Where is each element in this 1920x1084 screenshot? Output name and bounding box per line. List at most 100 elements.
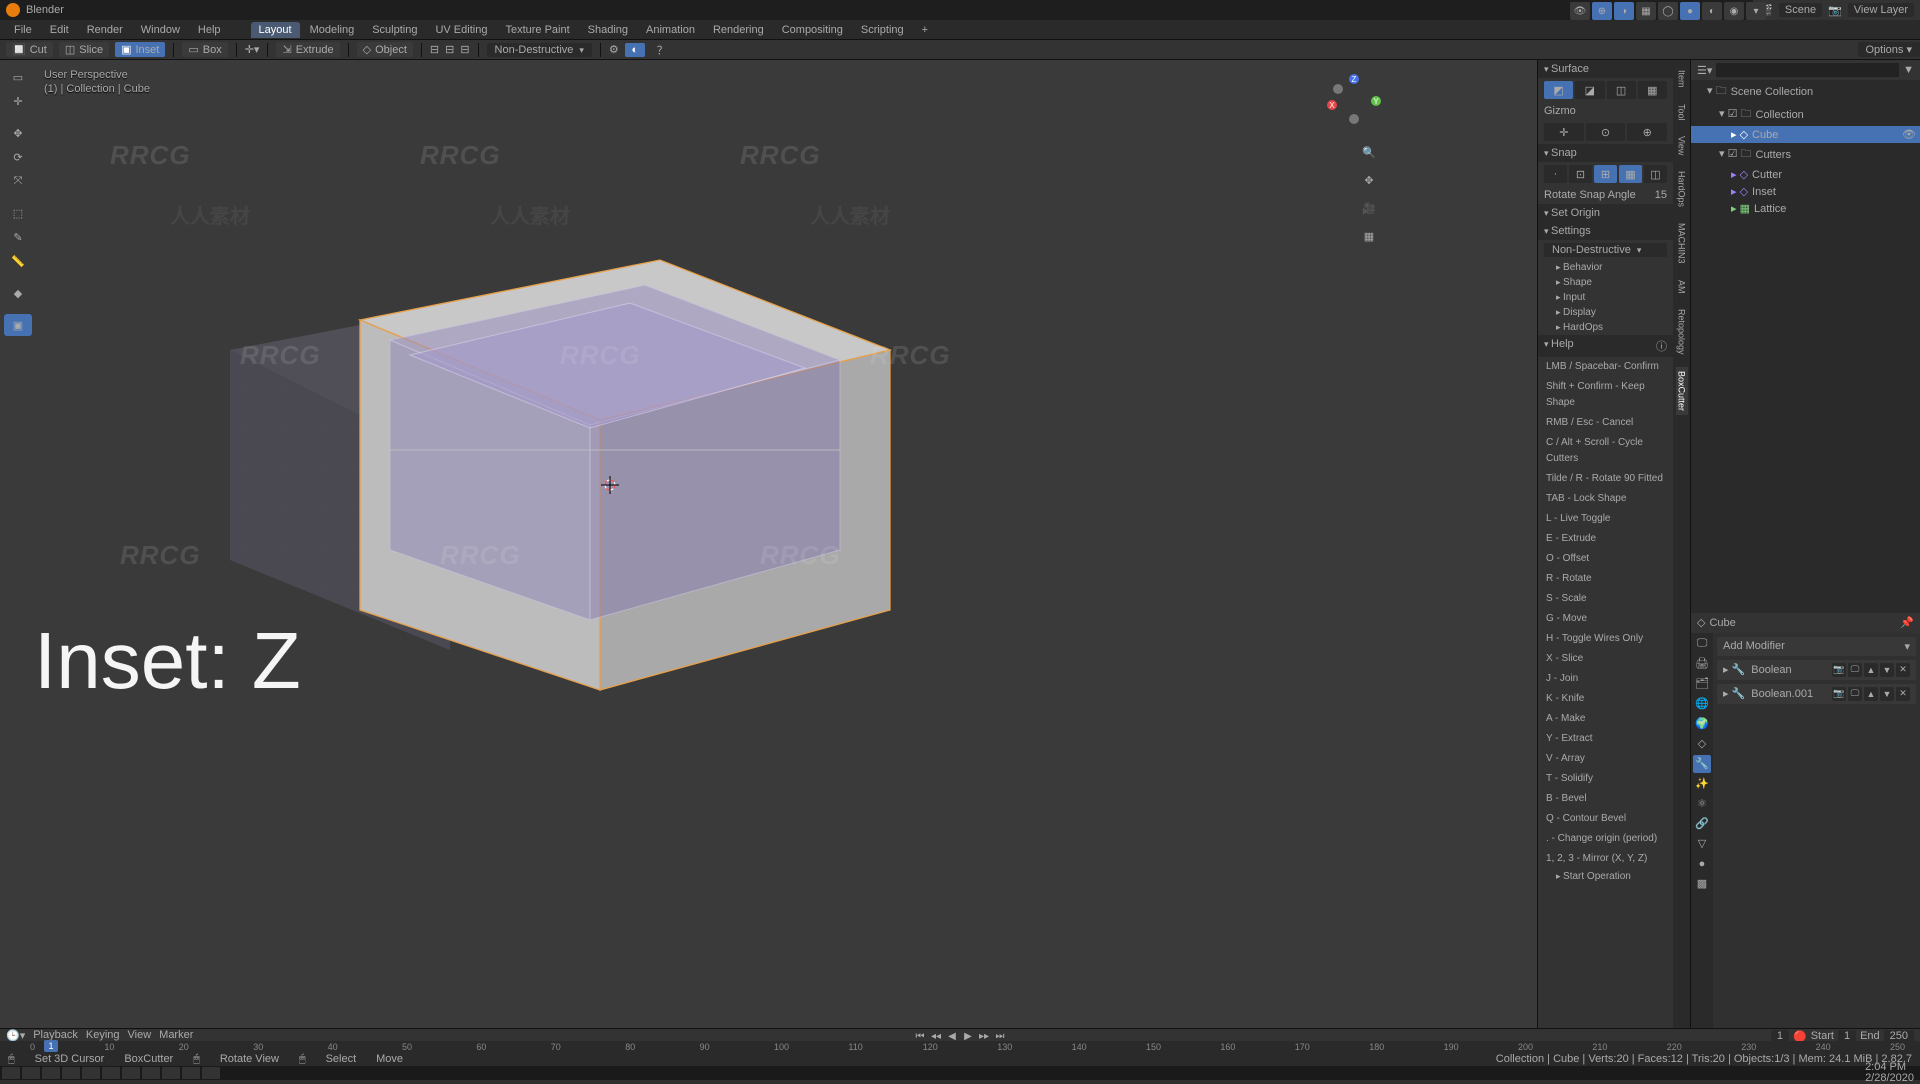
start-operation[interactable]: Start Operation [1538,869,1673,884]
snap-btn-2[interactable]: ⊡ [1569,165,1592,183]
visibility-icon[interactable]: 👁 [1570,2,1590,20]
menu-help[interactable]: Help [190,22,229,38]
mod-disp-icon[interactable]: 🖵 [1848,663,1862,677]
ptab-texture[interactable]: ▩ [1693,875,1711,893]
gizmo-btn-1[interactable]: ✛ [1544,123,1584,141]
modifier-boolean[interactable]: ▸ 🔧 Boolean 📷🖵▲▼✕ [1717,660,1916,680]
section-snap[interactable]: Snap [1538,144,1673,162]
mod-disp-icon[interactable]: 🖵 [1848,687,1862,701]
tool-slice[interactable]: ◫Slice [59,42,109,57]
viewport-3d[interactable]: RRCG RRCG RRCG RRCG RRCG RRCG RRCG RRCG … [0,60,1537,1028]
tool-cut[interactable]: 🔲Cut [6,42,53,57]
axis-icon-x[interactable]: ⊟ [430,43,439,56]
xray-icon[interactable]: ▦ [1636,2,1656,20]
outliner-search[interactable] [1716,63,1899,77]
outliner-cube[interactable]: ▸ ◇ Cube 👁 [1691,126,1920,143]
sub-shape[interactable]: Shape [1538,275,1673,290]
surface-btn-1[interactable]: ◩ [1544,81,1573,99]
outliner-inset[interactable]: ▸ ◇ Inset [1691,183,1920,200]
gizmo-btn-2[interactable]: ⊙ [1586,123,1626,141]
ptab-scene[interactable]: 🌐 [1693,695,1711,713]
section-settings[interactable]: Settings [1538,222,1673,240]
tool-measure[interactable]: 📏 [4,250,32,272]
sub-behavior[interactable]: Behavior [1538,260,1673,275]
filter-icon[interactable]: ▼ [1903,64,1914,76]
options-dropdown[interactable]: Options ▾ [1858,42,1920,57]
tab-rendering[interactable]: Rendering [705,22,772,38]
tool-scale[interactable]: ⤧ [4,170,32,192]
ptab-particles[interactable]: ✨ [1693,775,1711,793]
breadcrumb[interactable]: Cube [1709,617,1735,629]
outliner-filter-icon[interactable]: ☰▾ [1697,64,1712,77]
tab-machin3[interactable]: MACHIN3 [1676,219,1688,268]
mode-dropdown[interactable]: Non-Destructive [487,43,592,57]
tab-texturepaint[interactable]: Texture Paint [497,22,577,38]
task-3[interactable] [62,1067,80,1079]
outliner-cutters[interactable]: ▾ ☑ 🗀 Cutters [1691,143,1920,166]
tool-hardops[interactable]: ◆ [4,282,32,304]
camera-icon[interactable]: 🎥 [1357,196,1381,220]
task-8[interactable] [162,1067,180,1079]
tab-shading[interactable]: Shading [580,22,636,38]
system-clock[interactable]: 2:04 PM 2/28/2020 [1861,1062,1918,1084]
ptab-modifiers[interactable]: 🔧 [1693,755,1711,773]
ptab-physics[interactable]: ⚛ [1693,795,1711,813]
scene-dropdown[interactable]: Scene [1779,3,1822,17]
pin-icon[interactable]: 📌 [1900,616,1914,629]
modifier-boolean-001[interactable]: ▸ 🔧 Boolean.001 📷🖵▲▼✕ [1717,684,1916,704]
snap-btn-5[interactable]: ◫ [1644,165,1667,183]
tab-retopo[interactable]: Retopology [1676,305,1688,359]
tab-item[interactable]: Item [1676,66,1688,92]
tab-uv[interactable]: UV Editing [427,22,495,38]
mod-cam-icon[interactable]: 📷 [1832,663,1846,677]
outliner-cutter[interactable]: ▸ ◇ Cutter [1691,166,1920,183]
playhead[interactable]: 1 [44,1040,58,1052]
rotate-snap-value[interactable]: 15 [1655,189,1667,201]
tab-am[interactable]: AM [1676,276,1688,298]
tab-animation[interactable]: Animation [638,22,703,38]
tool-rotate[interactable]: ⟳ [4,146,32,168]
snap-btn-1[interactable]: · [1544,165,1567,183]
tool-transform[interactable]: ⬚ [4,202,32,224]
add-modifier[interactable]: Add Modifier▾ [1717,637,1916,656]
outliner-collection[interactable]: ▾ ☑ 🗀 Collection [1691,103,1920,126]
mod-up-icon[interactable]: ▲ [1864,687,1878,701]
ptab-object[interactable]: ◇ [1693,735,1711,753]
mod-del-icon[interactable]: ✕ [1896,663,1910,677]
shade-solid-icon[interactable]: ● [1680,2,1700,20]
tl-marker[interactable]: Marker [159,1029,193,1041]
tab-modeling[interactable]: Modeling [302,22,363,38]
pan-icon[interactable]: ✥ [1357,168,1381,192]
surface-btn-4[interactable]: ▦ [1638,81,1667,99]
task-1[interactable] [22,1067,40,1079]
tab-sculpting[interactable]: Sculpting [364,22,425,38]
shade-wire-icon[interactable]: ◯ [1658,2,1678,20]
tool-boxcutter[interactable]: ▣ [4,314,32,336]
menu-edit[interactable]: Edit [42,22,77,38]
snap-btn-3[interactable]: ⊞ [1594,165,1617,183]
shade-matprev-icon[interactable]: ◐ [1702,2,1722,20]
tab-hardops[interactable]: HardOps [1676,167,1688,211]
section-surface[interactable]: Surface [1538,60,1673,78]
snap-btn-4[interactable]: ▦ [1619,165,1642,183]
shade-render-icon[interactable]: ◉ [1724,2,1744,20]
task-4[interactable] [82,1067,100,1079]
tool-inset[interactable]: ▣Inset [115,42,165,57]
mod-up-icon[interactable]: ▲ [1864,663,1878,677]
help-icon[interactable]: ？ [657,42,668,58]
tool-tweak[interactable]: ▭ [4,66,32,88]
mode-toggle[interactable]: ◐ [625,43,645,57]
shape-box[interactable]: ▭Box [182,42,227,57]
mod-down-icon[interactable]: ▼ [1880,663,1894,677]
tl-view[interactable]: View [128,1029,152,1041]
shade-dropdown-icon[interactable]: ▾ [1746,2,1766,20]
surface-btn-3[interactable]: ◫ [1607,81,1636,99]
tab-tool[interactable]: Tool [1676,100,1688,125]
menu-window[interactable]: Window [133,22,188,38]
menu-render[interactable]: Render [79,22,131,38]
surface-btn-2[interactable]: ◪ [1575,81,1604,99]
tab-add[interactable]: + [914,22,936,38]
sub-hardops[interactable]: HardOps [1538,320,1673,335]
ptab-constraints[interactable]: 🔗 [1693,815,1711,833]
ptab-world[interactable]: 🌍 [1693,715,1711,733]
